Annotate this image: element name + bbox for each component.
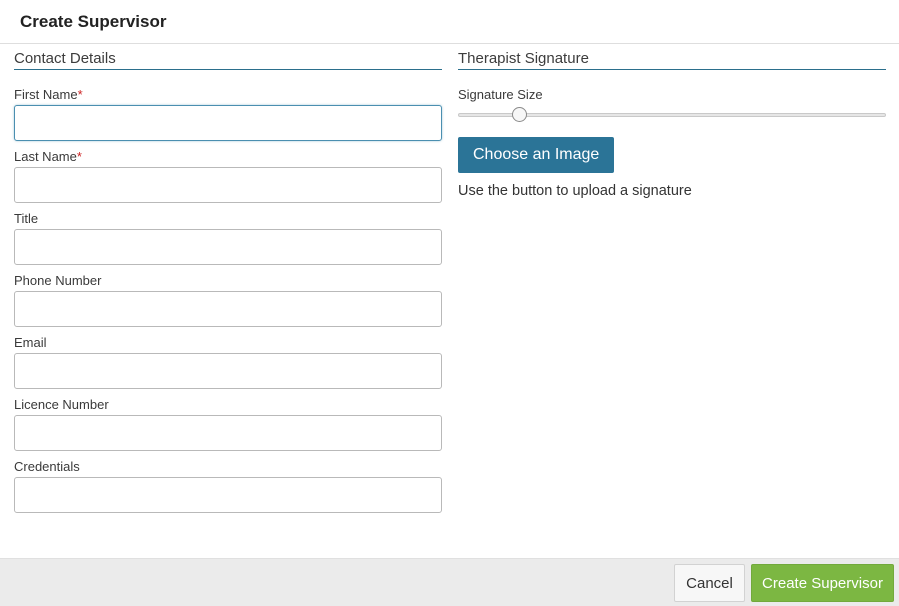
credentials-label: Credentials	[14, 459, 80, 474]
phone-number-field[interactable]	[14, 291, 442, 327]
phone-number-label: Phone Number	[14, 273, 102, 288]
licence-number-group: Licence Number	[14, 397, 442, 451]
contact-details-heading: Contact Details	[14, 50, 442, 70]
title-group: Title	[14, 211, 442, 265]
licence-number-field[interactable]	[14, 415, 442, 451]
choose-image-button[interactable]: Choose an Image	[458, 137, 615, 173]
slider-thumb[interactable]	[512, 107, 527, 122]
last-name-label: Last Name*	[14, 149, 442, 165]
credentials-field[interactable]	[14, 477, 442, 513]
email-group: Email	[14, 335, 442, 389]
title-label: Title	[14, 211, 39, 226]
therapist-signature-section: Therapist Signature Signature Size Choos…	[458, 50, 886, 200]
signature-size-group: Signature Size	[458, 87, 886, 123]
last-name-field[interactable]	[14, 167, 442, 203]
credentials-group: Credentials	[14, 459, 442, 513]
licence-number-label: Licence Number	[14, 397, 109, 412]
first-name-field[interactable]	[14, 105, 442, 141]
dialog-title: Create Supervisor	[20, 12, 167, 31]
signature-size-label: Signature Size	[458, 87, 543, 102]
required-marker: *	[77, 87, 83, 102]
required-marker: *	[76, 149, 82, 164]
first-name-label-text: First Name	[14, 87, 78, 102]
contact-details-section: Contact Details First Name* Last Name* T…	[14, 50, 442, 513]
create-supervisor-dialog: Create Supervisor Contact Details First …	[0, 0, 899, 606]
signature-help-text: Use the button to upload a signature	[458, 183, 692, 199]
therapist-signature-heading: Therapist Signature	[458, 50, 886, 70]
last-name-label-text: Last Name	[14, 149, 77, 164]
create-supervisor-button[interactable]: Create Supervisor	[751, 564, 894, 602]
dialog-footer: Cancel Create Supervisor	[0, 558, 899, 606]
title-field[interactable]	[14, 229, 442, 265]
first-name-group: First Name*	[14, 87, 442, 141]
email-field[interactable]	[14, 353, 442, 389]
last-name-group: Last Name*	[14, 149, 442, 203]
email-label: Email	[14, 335, 47, 350]
dialog-header: Create Supervisor	[0, 0, 899, 44]
dialog-body: Contact Details First Name* Last Name* T…	[0, 44, 899, 558]
cancel-button[interactable]: Cancel	[674, 564, 745, 602]
phone-number-group: Phone Number	[14, 273, 442, 327]
signature-size-slider[interactable]	[458, 105, 886, 123]
first-name-label: First Name*	[14, 87, 442, 103]
